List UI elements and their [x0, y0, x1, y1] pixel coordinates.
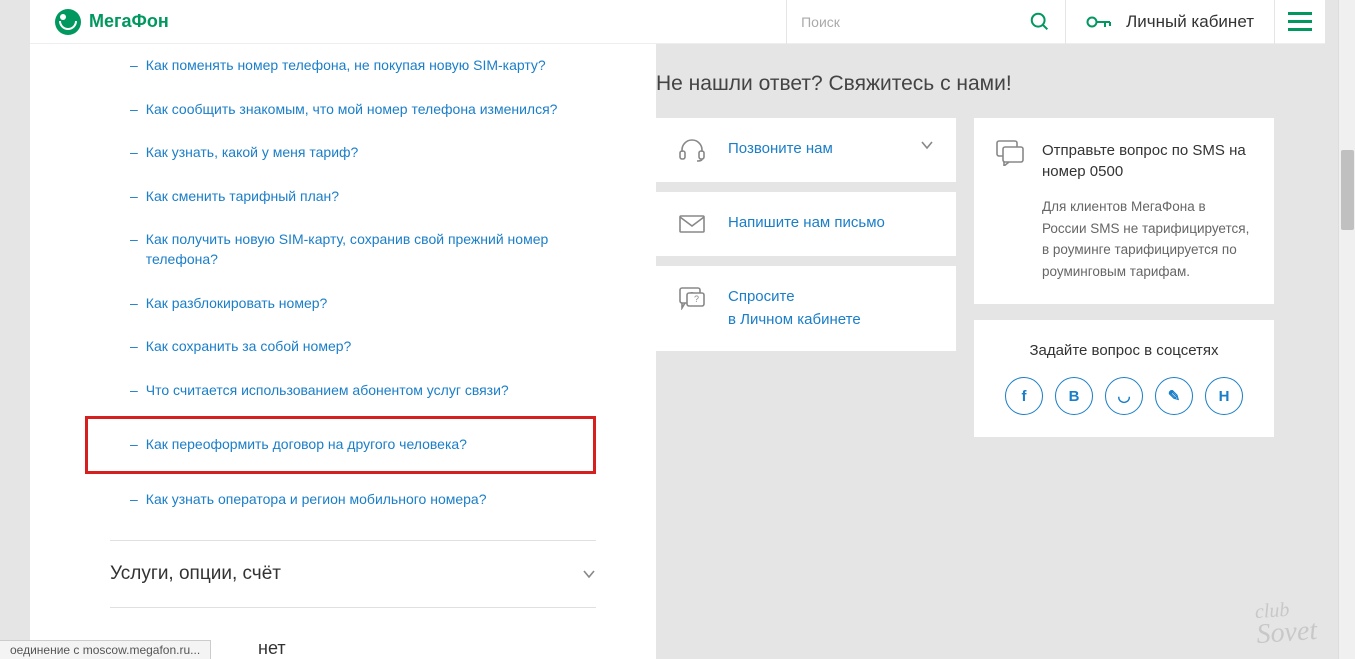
- ask-line1: Спросите: [728, 286, 934, 309]
- dash-icon: –: [130, 100, 138, 120]
- scrollbar[interactable]: [1338, 0, 1355, 659]
- contact-column: Не нашли ответ? Свяжитесь с нами! Позвон…: [656, 44, 1325, 659]
- faq-link[interactable]: Как поменять номер телефона, не покупая …: [146, 56, 546, 76]
- faq-item[interactable]: –Что считается использованием абонентом …: [30, 369, 656, 413]
- burger-line: [1288, 28, 1312, 31]
- faq-link[interactable]: Как получить новую SIM-карту, сохранив с…: [146, 230, 586, 269]
- social-odnoklassniki-button[interactable]: ◡: [1105, 377, 1143, 415]
- logo[interactable]: МегаФон: [55, 9, 169, 35]
- dash-icon: –: [130, 143, 138, 163]
- scroll-thumb[interactable]: [1341, 150, 1354, 230]
- faq-item[interactable]: –Как поменять номер телефона, не покупая…: [30, 44, 656, 88]
- dash-icon: –: [130, 187, 138, 207]
- faq-item[interactable]: –Как сообщить знакомым, что мой номер те…: [30, 88, 656, 132]
- dash-icon: –: [130, 230, 138, 250]
- sms-description: Для клиентов МегаФона в России SMS не та…: [996, 196, 1252, 282]
- faq-link[interactable]: Как сменить тарифный план?: [146, 187, 339, 207]
- faq-link[interactable]: Как узнать, какой у меня тариф?: [146, 143, 359, 163]
- search-input[interactable]: [801, 14, 1029, 30]
- megafon-logo-icon: [55, 9, 81, 35]
- faq-link[interactable]: Что считается использованием абонентом у…: [146, 381, 509, 401]
- social-vkontakte-button[interactable]: В: [1055, 377, 1093, 415]
- accordion-cut-label: нет: [250, 634, 294, 659]
- search-icon[interactable]: [1029, 11, 1051, 33]
- dash-icon: –: [130, 56, 138, 76]
- dash-icon: –: [130, 337, 138, 357]
- sms-title: Отправьте вопрос по SMS на номер 0500: [1042, 140, 1252, 182]
- faq-item[interactable]: –Как сохранить за собой номер?: [30, 325, 656, 369]
- write-us-link: Напишите нам письмо: [728, 214, 885, 231]
- social-livejournal-button[interactable]: ✎: [1155, 377, 1193, 415]
- menu-button[interactable]: [1275, 0, 1325, 44]
- faq-item[interactable]: –Как узнать, какой у меня тариф?: [30, 131, 656, 175]
- burger-line: [1288, 12, 1312, 15]
- accordion-services[interactable]: Услуги, опции, счёт: [110, 540, 596, 607]
- faq-item[interactable]: –Как получить новую SIM-карту, сохранив …: [30, 218, 656, 281]
- search-box: [786, 0, 1066, 44]
- envelope-icon: [678, 212, 706, 236]
- browser-statusbar: оединение с moscow.megafon.ru...: [0, 640, 211, 659]
- faq-item[interactable]: –Как узнать оператора и регион мобильног…: [30, 478, 656, 522]
- social-habr-button[interactable]: Н: [1205, 377, 1243, 415]
- faq-link[interactable]: Как сообщить знакомым, что мой номер тел…: [146, 100, 558, 120]
- social-title: Задайте вопрос в соцсетях: [996, 342, 1252, 359]
- faq-item[interactable]: –Как переоформить договор на другого чел…: [85, 416, 596, 474]
- faq-link[interactable]: Как узнать оператора и регион мобильного…: [146, 490, 487, 510]
- faq-link[interactable]: Как разблокировать номер?: [146, 294, 328, 314]
- dash-icon: –: [130, 435, 138, 455]
- faq-item[interactable]: –Как сменить тарифный план?: [30, 175, 656, 219]
- headset-icon: [678, 138, 706, 162]
- call-us-link: Позвоните нам: [728, 140, 833, 157]
- account-label: Личный кабинет: [1126, 12, 1254, 32]
- sms-card: Отправьте вопрос по SMS на номер 0500 Дл…: [974, 118, 1274, 304]
- faq-link[interactable]: Как сохранить за собой номер?: [146, 337, 352, 357]
- ask-account-card[interactable]: ?? Спросите в Личном кабинете: [656, 266, 956, 351]
- logo-text: МегаФон: [89, 11, 169, 32]
- contact-heading: Не нашли ответ? Свяжитесь с нами!: [656, 72, 1325, 96]
- faq-column: –Как поменять номер телефона, не покупая…: [30, 44, 656, 659]
- header: МегаФон Личный кабинет: [30, 0, 1325, 44]
- dash-icon: –: [130, 490, 138, 510]
- social-card: Задайте вопрос в соцсетях fВ ◡ ✎ Н: [974, 320, 1274, 437]
- accordion-title: Услуги, опции, счёт: [110, 563, 281, 585]
- svg-text:?: ?: [694, 294, 699, 304]
- call-us-card[interactable]: Позвоните нам: [656, 118, 956, 182]
- chevron-down-icon: [920, 138, 934, 152]
- faq-link[interactable]: Как переоформить договор на другого чело…: [146, 435, 467, 455]
- ask-line2: в Личном кабинете: [728, 309, 934, 332]
- social-facebook-button[interactable]: f: [1005, 377, 1043, 415]
- dash-icon: –: [130, 381, 138, 401]
- burger-line: [1288, 20, 1312, 23]
- chevron-down-icon: [582, 567, 596, 581]
- write-us-card[interactable]: Напишите нам письмо: [656, 192, 956, 256]
- chat-question-icon: ??: [678, 286, 706, 310]
- key-icon: [1086, 13, 1112, 31]
- faq-item[interactable]: –Как разблокировать номер?: [30, 282, 656, 326]
- account-link[interactable]: Личный кабинет: [1066, 0, 1275, 44]
- dash-icon: –: [130, 294, 138, 314]
- sms-icon: [996, 140, 1024, 166]
